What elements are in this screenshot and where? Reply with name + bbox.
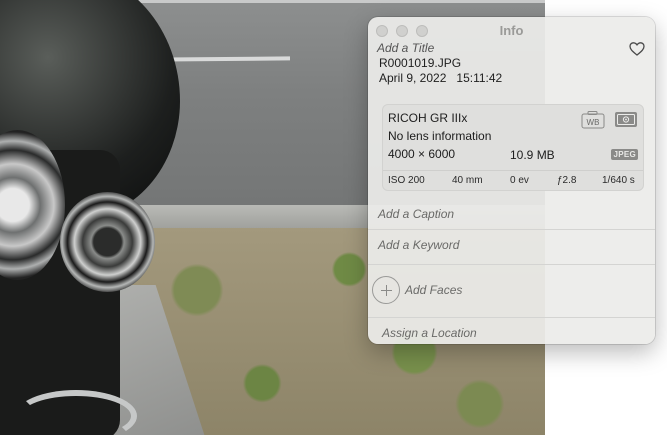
metering-icon: [615, 112, 637, 127]
info-panel: Info Add a Title R0001019.JPG April 9, 2…: [368, 17, 655, 344]
plus-circle-icon[interactable]: [372, 276, 400, 304]
format-badge: JPEG: [611, 149, 638, 160]
capture-datetime: April 9, 2022 15:11:42: [379, 71, 502, 85]
keyword-field[interactable]: Add a Keyword: [368, 230, 655, 264]
title-field[interactable]: Add a Title: [377, 41, 434, 55]
image-dimensions: 4000 × 6000: [388, 147, 456, 161]
caption-field[interactable]: Add a Caption: [368, 199, 655, 229]
keyword-placeholder: Add a Keyword: [378, 238, 460, 252]
lens-info: No lens information: [388, 129, 492, 143]
add-faces-row[interactable]: Add Faces: [368, 265, 655, 317]
capture-time: 15:11:42: [456, 71, 503, 85]
window-title: Info: [499, 23, 524, 38]
title-bar[interactable]: Info: [368, 17, 655, 43]
location-placeholder: Assign a Location: [382, 326, 477, 340]
svg-text:WB: WB: [587, 118, 600, 127]
caption-placeholder: Add a Caption: [378, 207, 455, 221]
exif-iso: ISO 200: [388, 175, 425, 186]
file-size: 10.9 MB: [510, 148, 555, 162]
heart-icon[interactable]: [629, 41, 645, 57]
exif-aperture: ƒ2.8: [557, 175, 577, 186]
add-faces-label: Add Faces: [405, 283, 463, 297]
exif-exposure-bias: 0 ev: [510, 175, 529, 186]
exif-shutter: 1/640 s: [602, 175, 635, 186]
camera-info-box: RICOH GR IIIx WB No lens information 400…: [382, 104, 644, 191]
camera-wb-icon: WB: [581, 111, 605, 129]
exif-focal-length: 40 mm: [452, 175, 483, 186]
filename: R0001019.JPG: [379, 56, 462, 70]
capture-date: April 9, 2022: [379, 71, 447, 85]
exif-divider: [383, 170, 643, 171]
location-field[interactable]: Assign a Location: [368, 318, 655, 344]
camera-model: RICOH GR IIIx: [388, 111, 468, 125]
